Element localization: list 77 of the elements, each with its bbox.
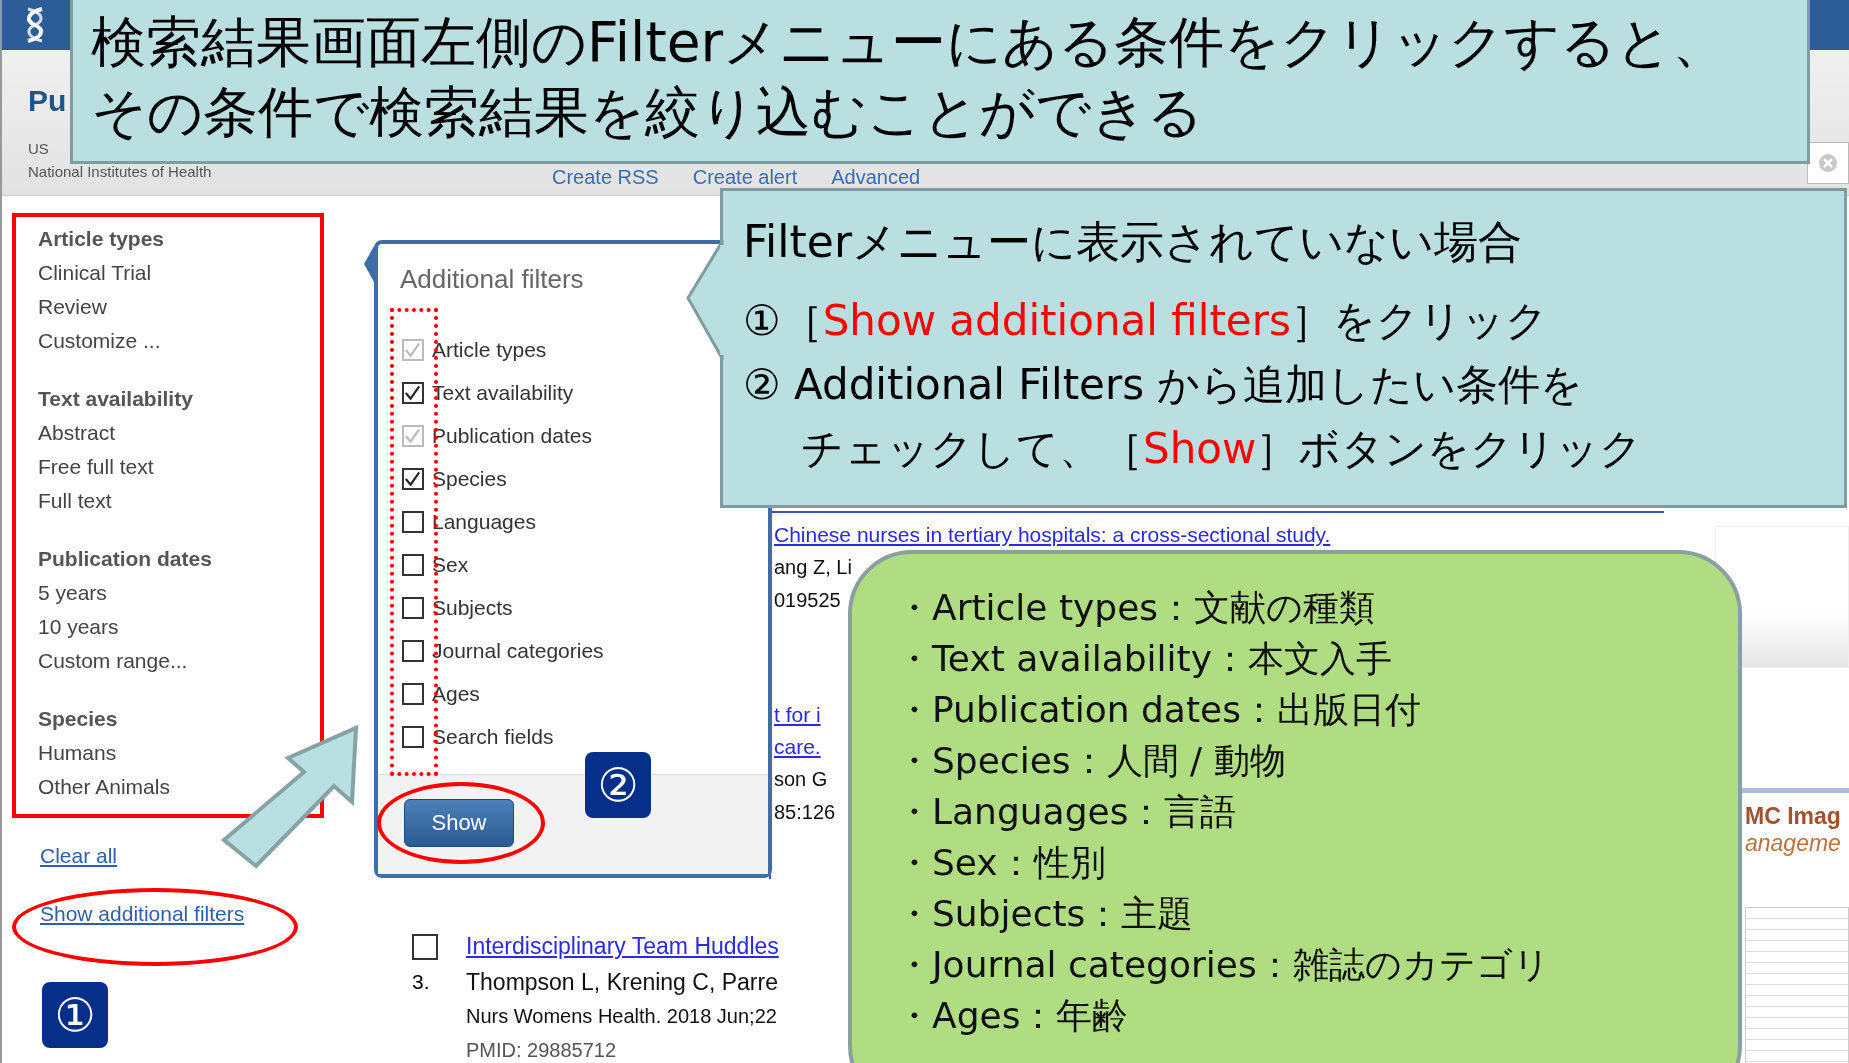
result-detail-text: ang Z, Li: [774, 555, 852, 580]
checkbox-label: Publication dates: [432, 423, 592, 448]
checkbox[interactable]: [402, 510, 424, 533]
checkbox-label: Ages: [432, 681, 480, 706]
filter-item[interactable]: Abstract: [38, 416, 116, 450]
organization-text: US: [28, 140, 50, 157]
filter-item[interactable]: 5 years: [38, 576, 107, 610]
step-badge: ②: [585, 752, 651, 818]
filter-item[interactable]: Other Animals: [38, 770, 170, 804]
result-detail-text: 85:126: [774, 800, 836, 825]
checkbox-label: Species: [432, 466, 507, 491]
result-detail-text: PMID: 29885712: [466, 1038, 617, 1063]
result-detail-text: Nurs Womens Health. 2018 Jun;22: [466, 1004, 777, 1029]
checkbox-label: Journal categories: [432, 638, 604, 663]
panel-heading: MC Imag: [1745, 803, 1841, 830]
result-number: 3.: [412, 970, 430, 994]
glossary-text: ・Sex：性別: [896, 841, 1106, 885]
filter-item[interactable]: 10 years: [38, 610, 119, 644]
filter-group-title: Species: [38, 706, 118, 732]
header-link[interactable]: Create alert: [692, 166, 798, 188]
result-detail-text: son G: [774, 767, 828, 792]
checkbox-label: Text availability: [432, 380, 574, 405]
header-link[interactable]: Advanced: [831, 166, 921, 188]
checkbox[interactable]: [402, 725, 424, 748]
glossary-text: ・Species：人間 / 動物: [896, 739, 1286, 783]
filter-item[interactable]: Full text: [38, 484, 112, 518]
callout-text: ①［Show additional filters］をクリック: [743, 295, 1548, 347]
result-title-link[interactable]: t for i: [774, 699, 821, 731]
result-checkbox[interactable]: [412, 934, 438, 960]
filter-item[interactable]: Free full text: [38, 450, 154, 484]
result-title-link[interactable]: Interdisciplinary Team Huddles: [466, 927, 779, 965]
filter-group-title: Text availability: [38, 386, 193, 412]
filter-item[interactable]: Clinical Trial: [38, 256, 152, 290]
glossary-text: ・Subjects：主題: [896, 892, 1194, 936]
filter-item[interactable]: Customize ...: [38, 324, 161, 358]
result-title-link[interactable]: Chinese nurses in tertiary hospitals: a cross-sectional study.: [774, 519, 1331, 551]
checkbox[interactable]: [402, 381, 424, 404]
checkbox-label: Languages: [432, 509, 536, 534]
callout-heading: Filterメニューに表示されていない場合: [743, 215, 1522, 269]
sidebar-link[interactable]: Show additional filters: [40, 897, 245, 931]
filter-item[interactable]: Custom range...: [38, 644, 188, 678]
header-link[interactable]: Create RSS: [552, 166, 659, 188]
checkbox[interactable]: [402, 553, 424, 576]
glossary-text: ・Publication dates：出版日付: [896, 688, 1421, 732]
result-detail-text: Thompson L, Krening C, Parre: [466, 968, 778, 997]
glossary-text: ・Text availability：本文入手: [896, 637, 1393, 681]
sidebar-link[interactable]: Clear all: [40, 839, 118, 873]
clear-icon: [1817, 152, 1839, 174]
checkbox[interactable]: [402, 682, 424, 705]
glossary-text: ・Journal categories：雑誌のカテゴリ: [896, 943, 1550, 987]
filter-item[interactable]: Humans: [38, 736, 117, 770]
glossary-text: ・Article types：文献の種類: [896, 586, 1376, 630]
checkbox[interactable]: [402, 639, 424, 662]
checkbox[interactable]: [402, 467, 424, 490]
checkbox[interactable]: [402, 596, 424, 619]
filter-group-title: Article types: [38, 226, 165, 252]
popup-title: Additional filters: [400, 264, 584, 296]
checkbox-label: Subjects: [432, 595, 513, 620]
result-detail-text: 019525: [774, 588, 841, 613]
organization-text: National Institutes of Health: [28, 163, 213, 180]
checkbox-label: Sex: [432, 552, 469, 577]
checkbox-label: Article types: [432, 337, 547, 362]
filter-group-title: Publication dates: [38, 546, 212, 572]
show-button[interactable]: Show: [404, 799, 514, 847]
filter-item[interactable]: Review: [38, 290, 107, 324]
callout-text: ② Additional Filters から追加したい条件を: [743, 359, 1584, 411]
site-logo-text[interactable]: Pu: [28, 84, 67, 132]
callout-text: その条件で検索結果を絞り込むことができる: [91, 79, 1203, 146]
callout-text: チェックして、［Show］ボタンをクリック: [801, 423, 1643, 475]
callout-text: 検索結果画面左側のFilterメニューにある条件をクリックすると、: [91, 9, 1728, 76]
glossary-text: ・Languages：言語: [896, 790, 1237, 834]
checkbox-label: Search fields: [432, 724, 554, 749]
glossary-text: ・Ages：年齢: [896, 994, 1129, 1038]
panel-subtitle: anageme: [1745, 830, 1841, 857]
search-field[interactable]: [1807, 142, 1849, 184]
step-badge: ①: [42, 982, 108, 1048]
result-title-link[interactable]: care.: [774, 731, 821, 763]
